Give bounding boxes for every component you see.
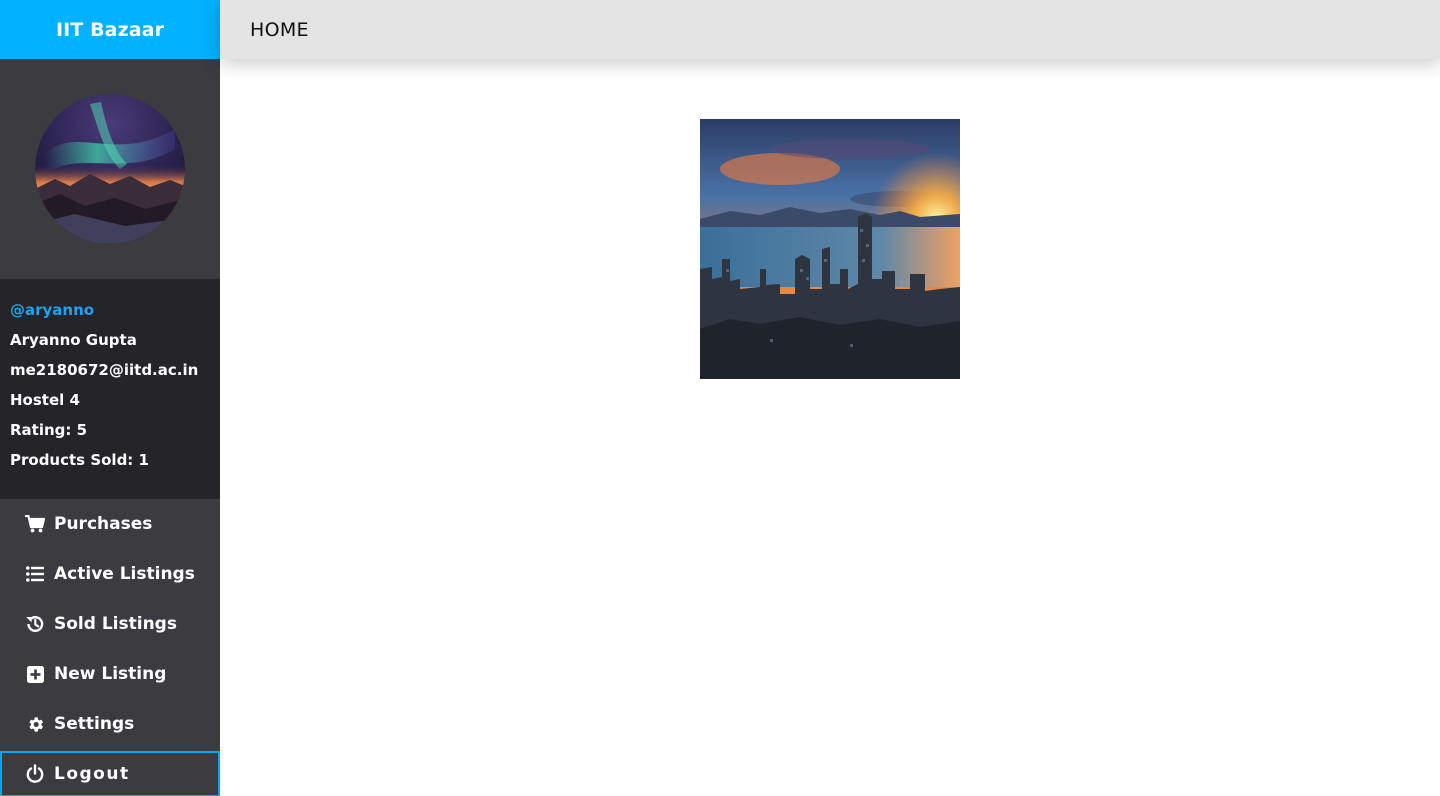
sidebar-item-active-listings[interactable]: Active Listings: [0, 549, 220, 599]
brand-logo[interactable]: IIT Bazaar: [0, 0, 220, 59]
sidebar: @aryanno Aryanno Gupta me2180672@iitd.ac…: [0, 59, 220, 796]
avatar: [35, 94, 185, 244]
logout-button[interactable]: Logout: [0, 751, 220, 796]
sidebar-item-purchases[interactable]: Purchases: [0, 499, 220, 549]
sidebar-item-label: New Listing: [54, 664, 167, 684]
brand-title: IIT Bazaar: [55, 18, 165, 41]
product-image[interactable]: [700, 119, 960, 379]
profile-info: @aryanno Aryanno Gupta me2180672@iitd.ac…: [0, 279, 220, 499]
profile-email: me2180672@iitd.ac.in: [10, 361, 199, 379]
logout-label: Logout: [54, 764, 130, 784]
avatar-container: [0, 59, 220, 279]
shopping-cart-icon: [24, 513, 46, 535]
sidebar-item-label: Sold Listings: [54, 614, 177, 634]
gear-icon: [24, 713, 46, 735]
sidebar-item-settings[interactable]: Settings: [0, 699, 220, 749]
profile-products-sold: Products Sold: 1: [10, 451, 149, 469]
sidebar-item-label: Active Listings: [54, 564, 195, 584]
power-icon: [24, 763, 46, 785]
profile-name: Aryanno Gupta: [10, 331, 137, 349]
profile-hostel: Hostel 4: [10, 391, 80, 409]
sidebar-item-label: Purchases: [54, 514, 153, 534]
top-navbar: HOME: [220, 0, 1440, 59]
sidebar-item-sold-listings[interactable]: Sold Listings: [0, 599, 220, 649]
history-icon: [24, 613, 46, 635]
list-icon: [24, 563, 46, 585]
profile-handle[interactable]: @aryanno: [10, 295, 210, 325]
profile-rating: Rating: 5: [10, 421, 88, 439]
sidebar-item-label: Settings: [54, 714, 135, 734]
sidebar-item-new-listing[interactable]: New Listing: [0, 649, 220, 699]
sidebar-menu: Purchases Active Listings Sold Listings …: [0, 499, 220, 796]
plus-square-icon: [24, 663, 46, 685]
nav-home-link[interactable]: HOME: [250, 19, 309, 41]
